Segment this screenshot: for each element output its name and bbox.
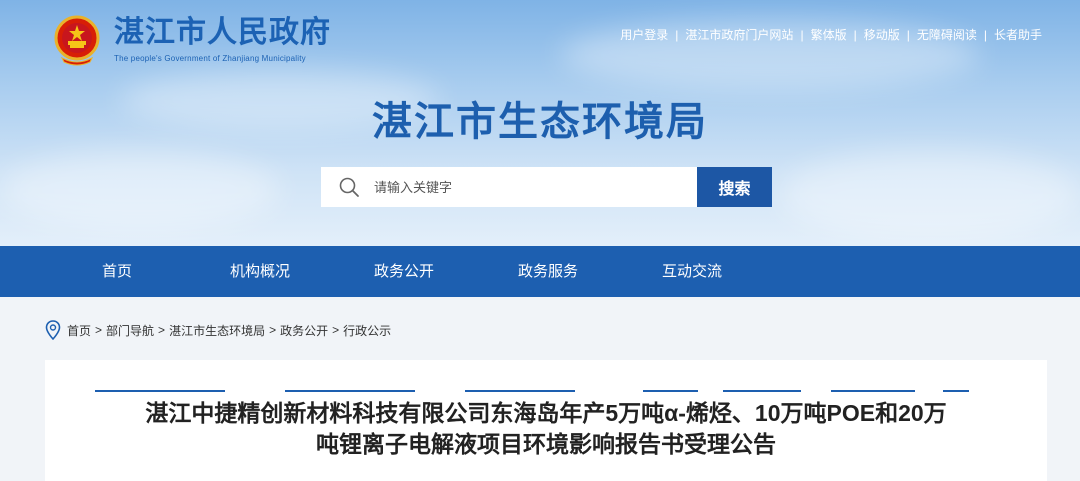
search-box (321, 167, 697, 207)
breadcrumb-separator: > (158, 323, 166, 337)
nav-item-home[interactable]: 首页 (102, 246, 132, 297)
site-header: 湛江市人民政府 The people's Government of Zhanj… (0, 0, 1080, 246)
title-underline-decoration (643, 390, 698, 392)
nav-item-interaction[interactable]: 互动交流 (662, 246, 722, 297)
title-underline-decoration (723, 390, 801, 392)
breadcrumb-separator: > (95, 323, 103, 337)
link-separator: | (675, 27, 679, 42)
gov-portal-link[interactable]: 湛江市政府门户网站 (685, 26, 793, 43)
accessibility-link[interactable]: 无障碍阅读 (917, 26, 977, 43)
login-link[interactable]: 用户登录 (620, 26, 668, 43)
breadcrumb: 首页 > 部门导航 > 湛江市生态环境局 > 政务公开 > 行政公示 (45, 320, 391, 340)
site-name[interactable]: 湛江市人民政府 (114, 16, 331, 50)
link-separator: | (853, 27, 857, 42)
header-cloud-decoration (780, 150, 1080, 240)
national-emblem-icon[interactable] (52, 14, 102, 66)
breadcrumb-separator: > (332, 323, 340, 337)
main-nav: 首页 机构概况 政务公开 政务服务 互动交流 (0, 246, 1080, 297)
breadcrumb-department-nav[interactable]: 部门导航 (106, 322, 154, 339)
bureau-title: 湛江市生态环境局 (372, 100, 708, 144)
title-underline-decoration (943, 390, 969, 392)
search-button[interactable]: 搜索 (697, 167, 772, 207)
header-cloud-decoration (0, 150, 280, 230)
breadcrumb-admin-publicity[interactable]: 行政公示 (343, 322, 391, 339)
link-separator: | (983, 27, 987, 42)
title-underline-decoration (285, 390, 415, 392)
search-icon (339, 177, 359, 197)
traditional-chinese-link[interactable]: 繁体版 (811, 26, 847, 43)
site-name-english: The people's Government of Zhanjiang Mun… (114, 54, 306, 63)
search-input[interactable] (374, 168, 674, 206)
nav-item-gov-services[interactable]: 政务服务 (518, 246, 578, 297)
title-underline-decoration (831, 390, 915, 392)
nav-item-organization[interactable]: 机构概况 (230, 246, 290, 297)
title-underline-decoration (465, 390, 575, 392)
link-separator: | (800, 27, 804, 42)
breadcrumb-home[interactable]: 首页 (67, 322, 91, 339)
title-underline-decoration (95, 390, 225, 392)
breadcrumb-separator: > (269, 323, 277, 337)
top-links: 用户登录 | 湛江市政府门户网站 | 繁体版 | 移动版 | 无障碍阅读 | 长… (620, 26, 1042, 43)
nav-item-gov-affairs-public[interactable]: 政务公开 (374, 246, 434, 297)
breadcrumb-gov-affairs-public[interactable]: 政务公开 (280, 322, 328, 339)
elderly-assistant-link[interactable]: 长者助手 (994, 26, 1042, 43)
mobile-version-link[interactable]: 移动版 (864, 26, 900, 43)
link-separator: | (906, 27, 910, 42)
article-card: 湛江中捷精创新材料科技有限公司东海岛年产5万吨α-烯烃、10万吨POE和20万吨… (45, 360, 1047, 481)
article-title: 湛江中捷精创新材料科技有限公司东海岛年产5万吨α-烯烃、10万吨POE和20万吨… (145, 400, 947, 457)
breadcrumb-bureau[interactable]: 湛江市生态环境局 (169, 322, 265, 339)
location-pin-icon (45, 320, 61, 340)
